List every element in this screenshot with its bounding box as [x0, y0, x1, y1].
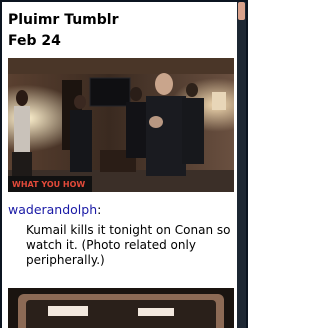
author-link[interactable]: waderandolph: [8, 202, 97, 217]
next-post-photo[interactable]: [8, 288, 234, 328]
vertical-scrollbar[interactable]: [237, 2, 246, 328]
author-suffix: :: [97, 202, 102, 217]
scrollbar-thumb[interactable]: [238, 2, 245, 20]
post-photo[interactable]: WHAT YOU HOW: [8, 58, 234, 192]
browser-viewport[interactable]: Pluimr Tumblr Feb 24 WHAT YOU HOW wadera…: [2, 2, 237, 328]
post-caption: Kumail kills it tonight on Conan so watc…: [26, 223, 231, 267]
device-frame: Pluimr Tumblr Feb 24 WHAT YOU HOW wadera…: [0, 0, 248, 328]
app-title: Pluimr Tumblr: [8, 12, 119, 28]
author-line: waderandolph:: [8, 202, 101, 217]
next-photo-image: [8, 288, 234, 328]
post-date: Feb 24: [8, 33, 61, 49]
photo-sign-text: WHAT YOU HOW: [12, 180, 85, 189]
photo-image: WHAT YOU HOW: [8, 58, 234, 192]
